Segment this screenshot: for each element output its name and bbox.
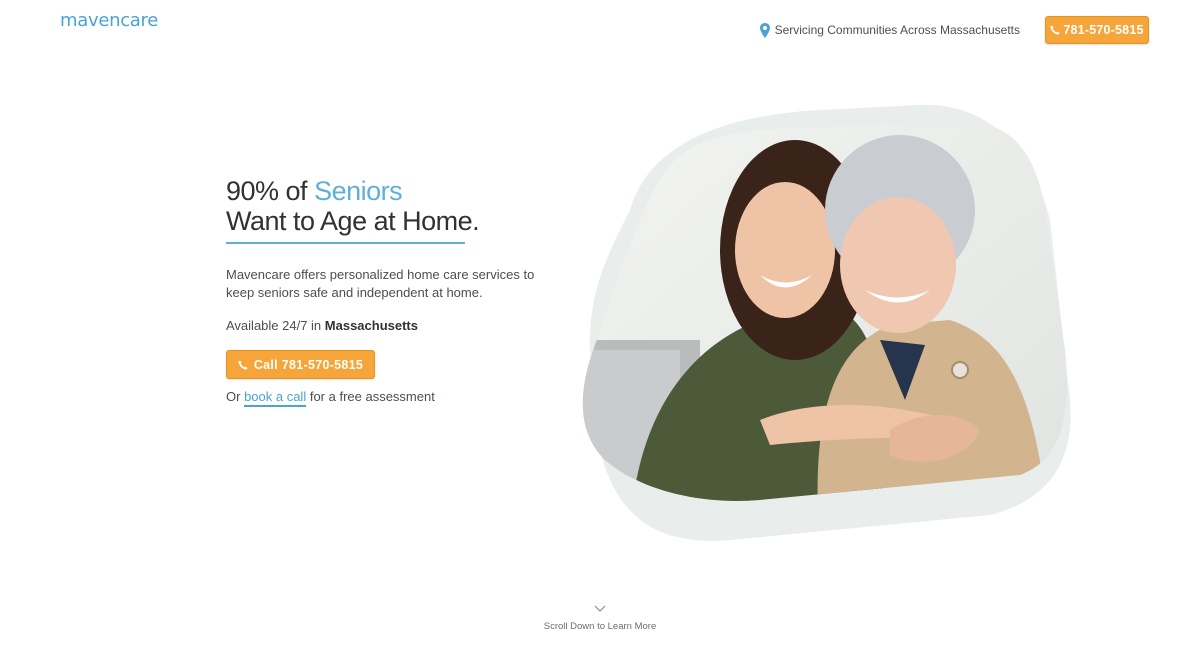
service-area: Servicing Communities Across Massachuset…	[759, 22, 1020, 38]
secondary-cta: Or book a call for a free assessment	[226, 389, 586, 407]
chevron-down-icon	[594, 605, 606, 612]
hero-description: Mavencare offers personalized home care …	[226, 267, 535, 300]
header-actions: Servicing Communities Across Massachuset…	[759, 16, 1149, 44]
scroll-text: Scroll Down to Learn More	[543, 621, 657, 632]
secondary-suffix: for a free assessment	[306, 389, 435, 404]
service-area-label: Servicing Communities Across Massachuset…	[774, 23, 1020, 37]
hero-section: 90% of Seniors Want to Age at Home. Mave…	[226, 176, 586, 407]
call-button[interactable]: Call 781-570-5815	[226, 350, 375, 379]
availability-text: Available 24/7 in Massachusetts	[226, 318, 586, 333]
header-phone-button[interactable]: 781-570-5815	[1045, 16, 1149, 44]
phone-icon	[1050, 25, 1060, 35]
book-a-call-link[interactable]: book a call	[244, 389, 307, 407]
availability-location: Massachusetts	[324, 318, 418, 333]
headline-part1: 90% of	[226, 176, 315, 206]
availability-prefix: Available 24/7 in	[226, 318, 325, 333]
hero-image	[560, 100, 1080, 550]
headline-underline	[226, 242, 465, 244]
hero-photo-illustration	[582, 104, 1071, 541]
scroll-hint[interactable]: Scroll Down to Learn More	[0, 600, 1200, 632]
secondary-prefix: Or	[226, 389, 245, 404]
phone-icon	[238, 360, 248, 369]
headline-line2: Want to Age at Home.	[226, 206, 480, 236]
logo[interactable]: mavencare	[60, 10, 158, 31]
map-pin-icon	[759, 22, 770, 38]
page-title: 90% of Seniors Want to Age at Home.	[226, 176, 586, 236]
headline-accent: Seniors	[314, 176, 403, 206]
call-button-label: Call 781-570-5815	[253, 357, 364, 372]
header-phone-label: 781-570-5815	[1063, 23, 1144, 37]
